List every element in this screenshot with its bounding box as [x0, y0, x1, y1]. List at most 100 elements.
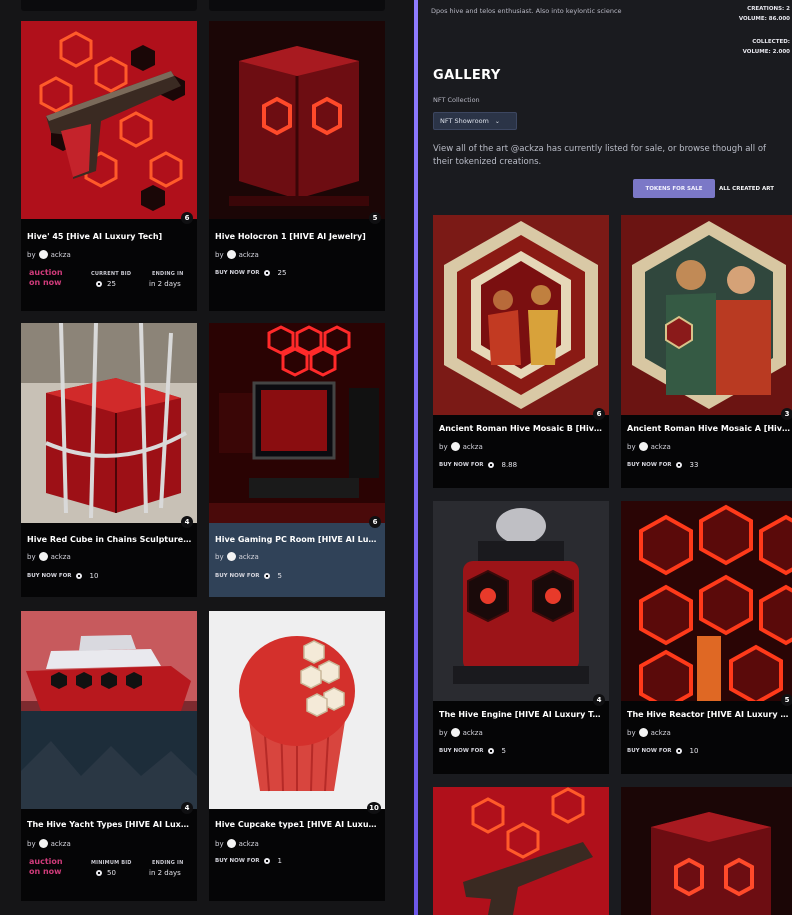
creator-row[interactable]: by ackza [439, 728, 483, 737]
price: 10 [89, 572, 99, 580]
buy-now-row[interactable]: BUY NOW FOR 10 [27, 572, 98, 580]
edition-count-badge: 10 [367, 802, 381, 814]
previous-card-bottom [21, 0, 197, 11]
buy-now-row[interactable]: BUY NOW FOR 8.88 [439, 461, 517, 469]
creator-name[interactable]: ackza [239, 553, 259, 561]
tokens-for-sale-tab[interactable]: TOKENS FOR SALE [633, 179, 715, 198]
by-label: by [215, 250, 224, 259]
creator-name[interactable]: ackza [651, 443, 671, 451]
nft-card[interactable]: 4 The Hive Yacht Types [HIVE AI Luxur...… [21, 611, 197, 901]
creator-row[interactable]: by ackza [27, 839, 71, 848]
card-title[interactable]: Hive Red Cube in Chains Sculpture [... [27, 535, 192, 544]
creator-row[interactable]: by ackza [27, 250, 71, 259]
collection-select[interactable]: NFT Showroom ⌄ [433, 112, 517, 130]
nft-card[interactable]: 6 Hive' 45 [Hive AI Luxury Tech] by ackz… [21, 21, 197, 311]
nft-image-yacht[interactable] [21, 611, 197, 809]
nft-card[interactable]: 6 Ancient Roman Hive Mosaic B [Hive ... … [433, 215, 609, 488]
card-title[interactable]: Ancient Roman Hive Mosaic B [Hive ... [439, 424, 604, 433]
creator-row[interactable]: by ackza [215, 250, 259, 259]
edition-count-badge: 4 [181, 516, 193, 528]
card-title[interactable]: The Hive Reactor [HIVE AI Luxury Te... [627, 710, 792, 719]
nft-card[interactable] [621, 787, 792, 915]
auction-on-now: on now [29, 278, 62, 287]
bid-label: MINIMUM BID [91, 860, 132, 866]
nft-image-hive-engine[interactable] [433, 501, 609, 701]
creator-name[interactable]: ackza [239, 251, 259, 259]
hive-coin-icon [676, 747, 684, 755]
avatar[interactable] [638, 442, 648, 451]
avatar[interactable] [38, 839, 48, 848]
creator-name[interactable]: ackza [239, 840, 259, 848]
avatar[interactable] [638, 728, 648, 737]
all-created-art-tab[interactable]: ALL CREATED ART [719, 179, 792, 198]
nft-card[interactable]: 10 Hive Cupcake type1 [HIVE AI Luxury ..… [209, 611, 385, 901]
nft-image-cube-chains[interactable] [21, 323, 197, 523]
hive-coin-icon [488, 461, 496, 469]
creator-name[interactable]: ackza [51, 840, 71, 848]
hive-coin-icon [488, 747, 496, 755]
nft-image-cupcake[interactable] [209, 611, 385, 809]
screen: 6 Hive' 45 [Hive AI Luxury Tech] by ackz… [0, 0, 792, 915]
creator-row[interactable]: by ackza [627, 728, 671, 737]
creator-name[interactable]: ackza [51, 251, 71, 259]
price: 25 [277, 269, 287, 277]
creator-name[interactable]: ackza [651, 729, 671, 737]
card-title[interactable]: Hive Holocron 1 [HIVE AI Jewelry] [215, 232, 380, 241]
nft-card[interactable]: 3 Ancient Roman Hive Mosaic A [Hive ... … [621, 215, 792, 488]
card-title[interactable]: Hive' 45 [Hive AI Luxury Tech] [27, 232, 192, 241]
by-label: by [215, 552, 224, 561]
creator-row[interactable]: by ackza [439, 442, 483, 451]
buy-now-row[interactable]: BUY NOW FOR 1 [215, 857, 282, 865]
creator-row[interactable]: by ackza [627, 442, 671, 451]
creator-name[interactable]: ackza [51, 553, 71, 561]
nft-image-hive-reactor[interactable] [621, 501, 792, 701]
collected-stat: COLLECTED: [752, 39, 790, 45]
creator-row[interactable]: by ackza [215, 552, 259, 561]
hive-coin-icon [264, 269, 272, 277]
avatar[interactable] [226, 552, 236, 561]
nft-image-holocron[interactable] [621, 787, 792, 915]
buy-now-row[interactable]: BUY NOW FOR 33 [627, 461, 698, 469]
nft-image-gun[interactable] [21, 21, 197, 219]
creator-row[interactable]: by ackza [27, 552, 71, 561]
buy-now-row[interactable]: BUY NOW FOR 25 [215, 269, 286, 277]
card-title[interactable]: The Hive Engine [HIVE AI Luxury Tech] [439, 710, 604, 719]
auction-label: auction [29, 268, 63, 277]
nft-card[interactable]: 4 Hive Red Cube in Chains Sculpture [...… [21, 323, 197, 597]
by-label: by [439, 442, 448, 451]
avatar[interactable] [226, 839, 236, 848]
nft-image-gaming-pc[interactable] [209, 323, 385, 523]
nft-image-gun[interactable] [433, 787, 609, 915]
card-title[interactable]: Ancient Roman Hive Mosaic A [Hive ... [627, 424, 792, 433]
gallery-description: View all of the art @ackza has currently… [433, 144, 767, 167]
ending-label: ENDING IN [152, 271, 184, 277]
nft-card[interactable]: 5 Hive Holocron 1 [HIVE AI Jewelry] by a… [209, 21, 385, 311]
nft-card[interactable]: 4 The Hive Engine [HIVE AI Luxury Tech] … [433, 501, 609, 774]
card-title[interactable]: The Hive Yacht Types [HIVE AI Luxur... [27, 820, 192, 829]
card-title[interactable]: Hive Cupcake type1 [HIVE AI Luxury ... [215, 820, 380, 829]
by-label: by [27, 552, 36, 561]
buy-now-row[interactable]: BUY NOW FOR 5 [215, 572, 282, 580]
price: 8.88 [501, 461, 518, 469]
nft-card[interactable] [433, 787, 609, 915]
avatar[interactable] [450, 728, 460, 737]
nft-image-mosaic-a[interactable] [621, 215, 792, 415]
nft-image-mosaic-b[interactable] [433, 215, 609, 415]
creator-name[interactable]: ackza [463, 443, 483, 451]
avatar[interactable] [450, 442, 460, 451]
avatar[interactable] [226, 250, 236, 259]
nft-card-hovered[interactable]: 6 Hive Gaming PC Room [HIVE AI Luxu... b… [209, 323, 385, 597]
avatar[interactable] [38, 552, 48, 561]
creator-name[interactable]: ackza [463, 729, 483, 737]
avatar[interactable] [38, 250, 48, 259]
edition-count-badge: 6 [181, 212, 193, 224]
buy-now-row[interactable]: BUY NOW FOR 5 [439, 747, 506, 755]
hive-coin-icon [96, 280, 104, 288]
collection-label: NFT Collection [433, 96, 480, 104]
nft-card[interactable]: 5 The Hive Reactor [HIVE AI Luxury Te...… [621, 501, 792, 774]
creator-row[interactable]: by ackza [215, 839, 259, 848]
buy-now-row[interactable]: BUY NOW FOR 10 [627, 747, 698, 755]
by-label: by [27, 839, 36, 848]
nft-image-holocron[interactable] [209, 21, 385, 219]
card-title[interactable]: Hive Gaming PC Room [HIVE AI Luxu... [215, 535, 380, 544]
